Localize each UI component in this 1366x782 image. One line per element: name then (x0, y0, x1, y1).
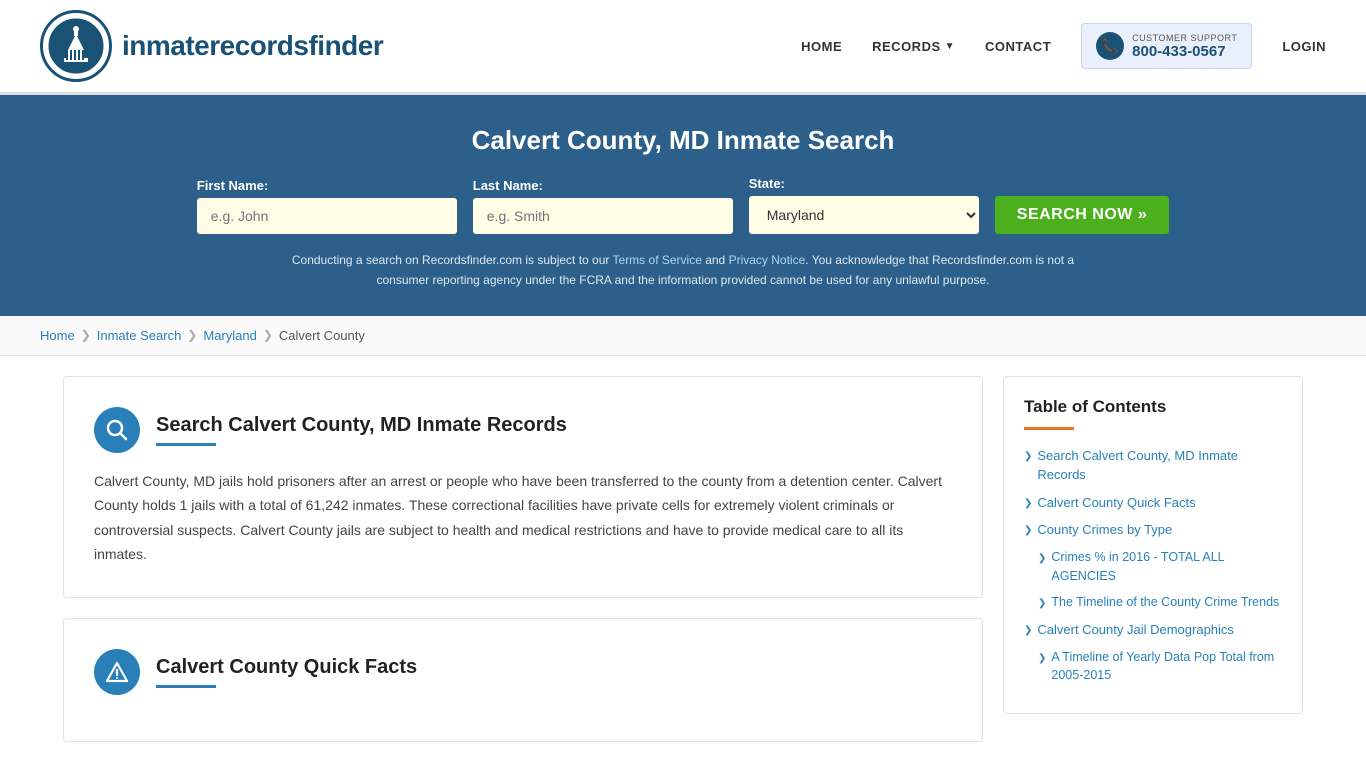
search-section-icon (94, 407, 140, 453)
search-banner: Calvert County, MD Inmate Search First N… (0, 95, 1366, 316)
toc-link-6[interactable]: ❯ A Timeline of Yearly Data Pop Total fr… (1038, 648, 1282, 686)
breadcrumb-home[interactable]: Home (40, 328, 75, 343)
toc-item-5: ❯ Calvert County Jail Demographics (1024, 620, 1282, 640)
customer-support-text: CUSTOMER SUPPORT 800-433-0567 (1132, 33, 1237, 60)
toc-link-0[interactable]: ❯ Search Calvert County, MD Inmate Recor… (1024, 446, 1282, 485)
last-name-field: Last Name: (473, 178, 733, 234)
state-label: State: (749, 176, 785, 191)
section-title-underline-2 (156, 685, 216, 688)
last-name-input[interactable] (473, 198, 733, 234)
chevron-icon-3: ❯ (1038, 551, 1046, 566)
terms-link[interactable]: Terms of Service (613, 253, 702, 267)
chevron-icon-1: ❯ (1024, 496, 1032, 511)
privacy-link[interactable]: Privacy Notice (729, 253, 806, 267)
quick-facts-section: Calvert County Quick Facts (63, 618, 983, 742)
toc-item-0: ❯ Search Calvert County, MD Inmate Recor… (1024, 446, 1282, 485)
toc-link-1[interactable]: ❯ Calvert County Quick Facts (1024, 493, 1282, 513)
state-field: State: Maryland Alabama Alaska Californi… (749, 176, 979, 234)
logo-icon (40, 10, 112, 82)
toc-list: ❯ Search Calvert County, MD Inmate Recor… (1024, 446, 1282, 685)
toc-link-4[interactable]: ❯ The Timeline of the County Crime Trend… (1038, 593, 1282, 612)
toc-item-4: ❯ The Timeline of the County Crime Trend… (1038, 593, 1282, 612)
section-header-1: Search Calvert County, MD Inmate Records (94, 407, 952, 453)
nav-contact[interactable]: CONTACT (985, 39, 1051, 54)
breadcrumb-maryland[interactable]: Maryland (203, 328, 256, 343)
breadcrumb: Home ❯ Inmate Search ❯ Maryland ❯ Calver… (0, 316, 1366, 356)
content-left: Search Calvert County, MD Inmate Records… (63, 376, 1003, 762)
toc-link-3[interactable]: ❯ Crimes % in 2016 - TOTAL ALL AGENCIES (1038, 548, 1282, 586)
toc-item-3: ❯ Crimes % in 2016 - TOTAL ALL AGENCIES (1038, 548, 1282, 586)
chevron-icon-0: ❯ (1024, 449, 1032, 464)
nav-records[interactable]: RECORDS ▼ (872, 39, 955, 54)
section-title-underline-1 (156, 443, 216, 446)
toc-title: Table of Contents (1024, 397, 1282, 417)
breadcrumb-inmate-search[interactable]: Inmate Search (97, 328, 182, 343)
first-name-input[interactable] (197, 198, 457, 234)
nav-login[interactable]: LOGIN (1282, 39, 1326, 54)
toc-item-6: ❯ A Timeline of Yearly Data Pop Total fr… (1038, 648, 1282, 686)
site-header: inmaterecordsfinder HOME RECORDS ▼ CONTA… (0, 0, 1366, 95)
chevron-icon-2: ❯ (1024, 523, 1032, 538)
section-title-1: Search Calvert County, MD Inmate Records (156, 414, 567, 437)
main-content: Search Calvert County, MD Inmate Records… (43, 356, 1323, 782)
toc-item-1: ❯ Calvert County Quick Facts (1024, 493, 1282, 513)
last-name-label: Last Name: (473, 178, 543, 193)
customer-support-box: 📞 CUSTOMER SUPPORT 800-433-0567 (1081, 23, 1252, 69)
toc-item-2: ❯ County Crimes by Type (1024, 520, 1282, 540)
chevron-down-icon: ▼ (945, 41, 955, 52)
search-disclaimer: Conducting a search on Recordsfinder.com… (283, 250, 1083, 291)
nav-home[interactable]: HOME (801, 39, 842, 54)
inmate-records-section: Search Calvert County, MD Inmate Records… (63, 376, 983, 598)
section-body-1: Calvert County, MD jails hold prisoners … (94, 469, 952, 567)
phone-icon: 📞 (1096, 32, 1124, 60)
breadcrumb-sep-1: ❯ (81, 328, 91, 342)
customer-support-label: CUSTOMER SUPPORT (1132, 33, 1237, 43)
warning-section-icon (94, 649, 140, 695)
state-select[interactable]: Maryland Alabama Alaska California Flori… (749, 196, 979, 234)
breadcrumb-sep-2: ❯ (187, 328, 197, 342)
chevron-icon-5: ❯ (1024, 623, 1032, 638)
section-header-2: Calvert County Quick Facts (94, 649, 952, 695)
chevron-icon-4: ❯ (1038, 596, 1046, 611)
main-nav: HOME RECORDS ▼ CONTACT 📞 CUSTOMER SUPPOR… (801, 23, 1326, 69)
toc-box: Table of Contents ❯ Search Calvert Count… (1003, 376, 1303, 714)
search-form: First Name: Last Name: State: Maryland A… (40, 176, 1326, 234)
sidebar-right: Table of Contents ❯ Search Calvert Count… (1003, 376, 1303, 762)
toc-underline (1024, 427, 1074, 430)
logo-text: inmaterecordsfinder (122, 30, 383, 62)
toc-sub-list: ❯ Crimes % in 2016 - TOTAL ALL AGENCIES … (1024, 548, 1282, 612)
toc-sub-list-2: ❯ A Timeline of Yearly Data Pop Total fr… (1024, 648, 1282, 686)
customer-support-number: 800-433-0567 (1132, 43, 1237, 60)
page-title: Calvert County, MD Inmate Search (40, 125, 1326, 156)
section-title-2: Calvert County Quick Facts (156, 656, 417, 679)
toc-link-5[interactable]: ❯ Calvert County Jail Demographics (1024, 620, 1282, 640)
logo-area: inmaterecordsfinder (40, 10, 383, 82)
toc-link-2[interactable]: ❯ County Crimes by Type (1024, 520, 1282, 540)
chevron-icon-6: ❯ (1038, 651, 1046, 666)
breadcrumb-current: Calvert County (279, 328, 365, 343)
breadcrumb-sep-3: ❯ (263, 328, 273, 342)
first-name-field: First Name: (197, 178, 457, 234)
first-name-label: First Name: (197, 178, 269, 193)
search-button[interactable]: SEARCH NOW » (995, 196, 1169, 234)
